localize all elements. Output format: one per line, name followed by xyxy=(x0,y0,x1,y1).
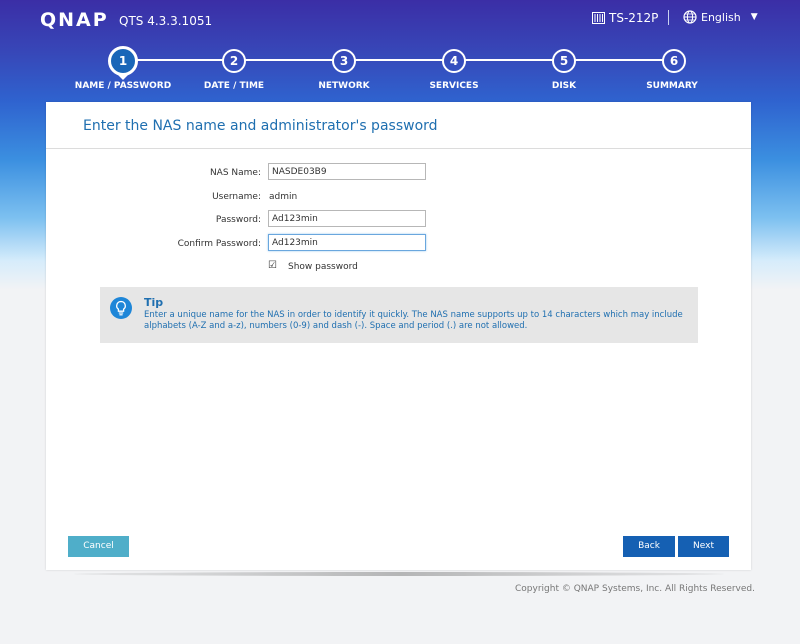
step-4-label: SERVICES xyxy=(429,81,479,91)
step-connector xyxy=(354,59,444,61)
username-label: Username: xyxy=(212,192,261,202)
active-step-pointer xyxy=(117,74,129,80)
step-connector xyxy=(136,59,224,61)
step-connector xyxy=(464,59,554,61)
step-5-label: DISK xyxy=(551,81,577,91)
step-2-label: DATE / TIME xyxy=(203,81,265,91)
step-connector xyxy=(244,59,334,61)
model-name: TS-212P xyxy=(609,11,659,25)
qnap-logo: QNAP xyxy=(40,9,109,31)
wizard-steps: 1 2 3 4 5 6 NAME / PASSWORD DATE / TIME … xyxy=(0,44,800,96)
step-6-label: SUMMARY xyxy=(646,81,698,91)
language-label: English xyxy=(701,10,741,24)
password-input[interactable] xyxy=(268,210,426,227)
step-3-label: NETWORK xyxy=(318,81,370,91)
page-title: Enter the NAS name and administrator's p… xyxy=(83,118,438,134)
password-label: Password: xyxy=(215,215,261,225)
panel-shadow xyxy=(74,572,724,576)
next-button[interactable]: Next xyxy=(678,536,729,557)
tip-box: Tip Enter a unique name for the NAS in o… xyxy=(100,287,698,343)
header-divider xyxy=(668,10,669,25)
back-button[interactable]: Back xyxy=(623,536,675,557)
username-value: admin xyxy=(269,192,298,202)
step-1-circle: 1 xyxy=(108,46,138,76)
server-icon xyxy=(592,12,605,24)
show-password-checkbox[interactable]: ☑ xyxy=(268,260,277,271)
model-indicator: TS-212P xyxy=(592,11,658,25)
step-3-circle: 3 xyxy=(332,49,356,73)
step-4-circle: 4 xyxy=(442,49,466,73)
confirm-password-label: Confirm Password: xyxy=(177,239,261,249)
nas-name-input[interactable] xyxy=(268,163,426,180)
cancel-button[interactable]: Cancel xyxy=(68,536,129,557)
tip-text: Enter a unique name for the NAS in order… xyxy=(144,310,683,331)
show-password-label: Show password xyxy=(288,262,358,272)
step-connector xyxy=(574,59,664,61)
title-divider xyxy=(46,148,751,149)
confirm-password-input[interactable] xyxy=(268,234,426,251)
step-6-circle: 6 xyxy=(662,49,686,73)
lightbulb-icon xyxy=(110,297,132,319)
firmware-version: QTS 4.3.3.1051 xyxy=(119,14,213,28)
top-bar: QNAP QTS 4.3.3.1051 TS-212P English ▼ xyxy=(0,0,800,40)
step-5-circle: 5 xyxy=(552,49,576,73)
wizard-panel: Enter the NAS name and administrator's p… xyxy=(46,102,751,570)
step-1-label: NAME / PASSWORD xyxy=(74,81,172,91)
nas-name-label: NAS Name: xyxy=(209,168,261,178)
copyright-text: Copyright © QNAP Systems, Inc. All Right… xyxy=(515,584,755,594)
chevron-down-icon: ▼ xyxy=(750,12,758,22)
language-selector[interactable]: English ▼ xyxy=(683,10,758,24)
step-2-circle: 2 xyxy=(222,49,246,73)
globe-icon xyxy=(683,10,697,24)
tip-title: Tip xyxy=(144,296,164,309)
